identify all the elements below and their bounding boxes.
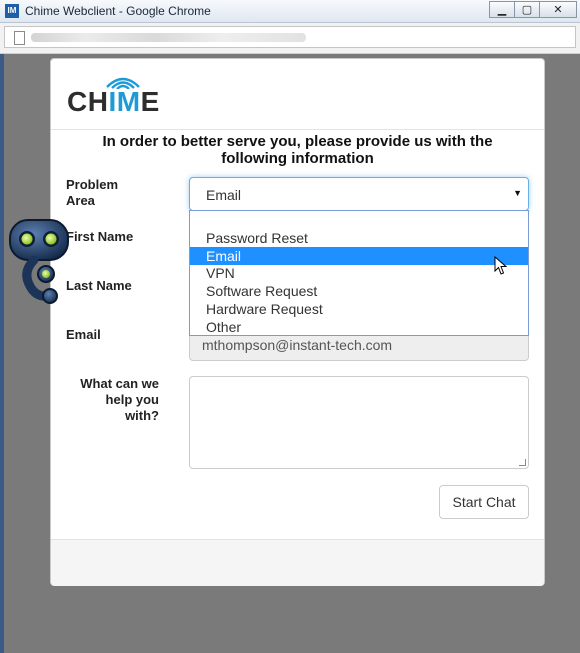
robot-mascot-icon	[9, 219, 69, 304]
window-title: Chime Webclient - Google Chrome	[25, 4, 211, 18]
maximize-button[interactable]: ▢	[514, 1, 540, 18]
problem-area-label: Problem Area	[66, 177, 119, 208]
url-input[interactable]	[4, 26, 576, 48]
option-email[interactable]: Email	[190, 247, 528, 265]
resize-grip-icon[interactable]	[519, 459, 526, 466]
option-software-request[interactable]: Software Request	[190, 282, 528, 300]
close-button[interactable]: ✕	[539, 1, 577, 18]
option-password-reset[interactable]: Password Reset	[190, 229, 528, 247]
email-value: mthompson@instant-tech.com	[202, 337, 393, 353]
problem-area-select[interactable]: Email ▼	[189, 177, 529, 211]
header-divider	[51, 129, 544, 130]
window-titlebar: IM Chime Webclient - Google Chrome ▁ ▢ ✕	[0, 0, 580, 23]
dialog-footer	[51, 539, 544, 586]
page-icon	[14, 31, 25, 45]
intro-text: In order to better serve you, please pro…	[102, 133, 493, 167]
option-hardware-request[interactable]: Hardware Request	[190, 300, 528, 318]
logo-wordmark: CHIME	[67, 86, 160, 117]
minimize-button[interactable]: ▁	[489, 1, 515, 18]
mouse-cursor-icon	[494, 256, 508, 275]
browser-toolbar	[0, 23, 580, 54]
dropdown-caret-icon: ▼	[513, 188, 522, 198]
help-textarea[interactable]	[189, 376, 529, 469]
chime-logo: CHIME	[67, 73, 167, 117]
email-label: Email	[66, 327, 101, 342]
option-other[interactable]: Other	[190, 318, 528, 336]
window-border	[0, 54, 4, 653]
start-chat-button[interactable]: Start Chat	[439, 485, 529, 519]
obscured-url	[31, 33, 306, 42]
problem-area-value: Email	[206, 187, 242, 203]
problem-area-options: Password Reset Email VPN Software Reques…	[189, 210, 529, 336]
app-icon: IM	[5, 4, 19, 18]
first-name-label: First Name	[66, 229, 134, 244]
help-label: What can we help you with?	[80, 376, 159, 423]
option-vpn[interactable]: VPN	[190, 264, 528, 282]
